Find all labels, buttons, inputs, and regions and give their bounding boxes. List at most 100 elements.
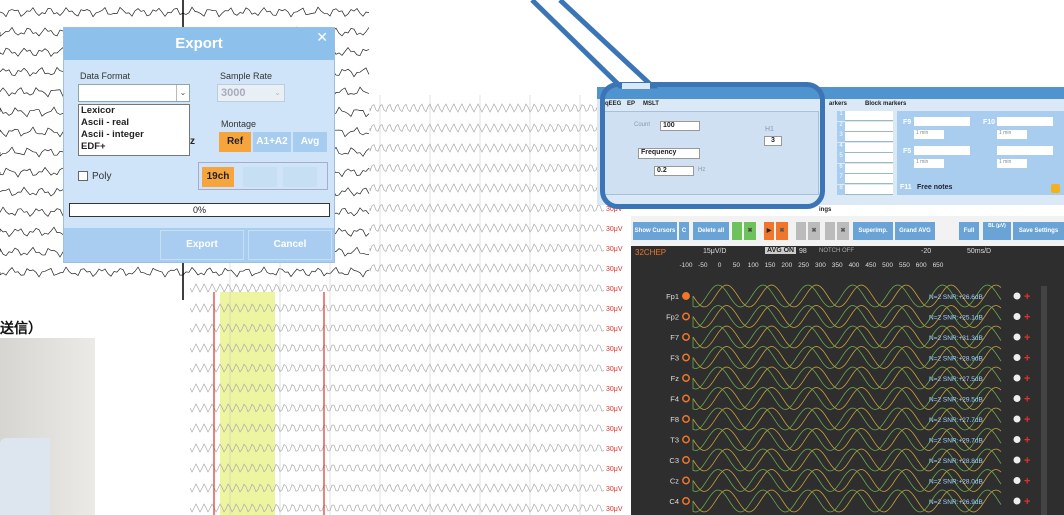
poly-checkbox[interactable] <box>78 171 88 181</box>
close-icon[interactable]: ✖ <box>776 222 788 240</box>
channel-adjust-icon[interactable] <box>1013 333 1021 341</box>
green-marker-button[interactable] <box>732 222 742 240</box>
format-option[interactable]: Ascii - integer <box>79 129 189 141</box>
save-settings-button[interactable]: Save Settings <box>1013 222 1064 240</box>
add-icon[interactable]: + <box>1024 435 1030 447</box>
marker-row[interactable]: 2 <box>837 121 893 132</box>
montage-ref-button[interactable]: Ref <box>219 132 251 152</box>
channels-19-button[interactable]: 19ch <box>202 167 234 187</box>
format-option[interactable]: Lexicor <box>79 105 189 117</box>
ep-toolbar: ings Show Cursors C Delete all ✖ ▶ ✖ ✖ ✖… <box>631 207 1064 246</box>
close-icon[interactable]: ✕ <box>316 30 328 44</box>
show-cursors-button[interactable]: Show Cursors <box>633 222 677 240</box>
channel-marker[interactable] <box>682 415 690 423</box>
montage-avg-button[interactable]: Avg <box>293 132 327 152</box>
snr-label: N=2 SNR:+26.6dB <box>929 294 983 301</box>
snr-label: N=2 SNR:+26.9dB <box>929 499 983 506</box>
channel-adjust-icon[interactable] <box>1013 374 1021 382</box>
marker-row-number: 2 <box>837 121 845 132</box>
amplitude-label: 30μV <box>606 386 623 393</box>
eeg-trace <box>369 243 605 253</box>
montage-a1a2-button[interactable]: A1+A2 <box>253 132 291 152</box>
lock-icon[interactable] <box>1051 184 1060 193</box>
format-option[interactable]: Ascii - real <box>79 117 189 129</box>
tab-markers[interactable]: arkers <box>829 101 847 107</box>
x-tick-label: 0 <box>718 262 722 269</box>
channel-marker[interactable] <box>682 497 690 505</box>
eeg-trace <box>0 6 370 18</box>
channel-adjust-icon[interactable] <box>1013 415 1021 423</box>
channel-adjust-icon[interactable] <box>1013 456 1021 464</box>
channel-adjust-icon[interactable] <box>1013 497 1021 505</box>
marker-row[interactable]: 6 <box>837 163 893 174</box>
marker-row[interactable]: 8 <box>837 184 893 195</box>
marker-row-number: 7 <box>837 174 845 184</box>
add-icon[interactable]: + <box>1024 332 1030 344</box>
channel-marker[interactable] <box>682 333 690 341</box>
channel-adjust-icon[interactable] <box>1013 477 1021 484</box>
add-icon[interactable]: + <box>1024 455 1030 467</box>
f9-duration[interactable]: 1 min <box>914 130 944 139</box>
gray-marker-button[interactable] <box>796 222 806 240</box>
snr-label: N=2 SNR:+28.8dB <box>929 458 983 465</box>
marker-rows: 12345678 <box>837 111 893 195</box>
export-button[interactable]: Export <box>160 230 244 260</box>
add-icon[interactable]: + <box>1024 373 1030 385</box>
channel-marker[interactable] <box>682 456 690 464</box>
channel-label: C3 <box>669 456 679 465</box>
channel-marker[interactable] <box>682 435 690 444</box>
data-format-select[interactable]: ⌄ <box>78 84 190 102</box>
channel-marker[interactable] <box>682 353 690 362</box>
f-input[interactable] <box>997 146 1053 155</box>
channel-adjust-icon[interactable] <box>1013 292 1021 300</box>
marker-row[interactable]: 5 <box>837 153 893 163</box>
format-option[interactable]: EDF+ <box>79 141 189 153</box>
x-tick-label: 350 <box>832 262 843 269</box>
channel-adjust-icon[interactable] <box>1013 313 1021 320</box>
delete-all-button[interactable]: Delete all <box>693 222 729 240</box>
marker-row[interactable]: 7 <box>837 174 893 184</box>
close-icon[interactable]: ✖ <box>744 222 756 240</box>
add-icon[interactable]: + <box>1024 496 1030 508</box>
add-icon[interactable]: + <box>1024 312 1030 324</box>
f5-duration[interactable]: 1 min <box>914 159 944 168</box>
close-icon[interactable]: ✖ <box>837 222 849 240</box>
marker-row[interactable]: 3 <box>837 132 893 142</box>
marker-row[interactable]: 4 <box>837 142 893 153</box>
f5-input[interactable] <box>914 146 970 155</box>
grand-avg-button[interactable]: Grand AVG <box>895 222 935 240</box>
amplitude-label: 30μV <box>606 306 623 313</box>
channel-marker[interactable] <box>682 374 690 382</box>
add-icon[interactable]: + <box>1024 291 1030 303</box>
channel-adjust-icon[interactable] <box>1013 354 1021 361</box>
eeg-trace <box>369 123 605 133</box>
gray-marker-button[interactable] <box>825 222 835 240</box>
channel-adjust-icon[interactable] <box>1013 436 1021 443</box>
cancel-button[interactable]: Cancel <box>248 230 332 260</box>
marker-row[interactable]: 1 <box>837 111 893 121</box>
close-icon[interactable]: ✖ <box>808 222 820 240</box>
channel-marker[interactable] <box>682 292 690 300</box>
c-button[interactable]: C <box>679 222 689 240</box>
sample-rate-select[interactable]: 3000 ⌄ <box>217 84 285 102</box>
tab-block-markers[interactable]: Block markers <box>865 101 906 107</box>
channel-marker[interactable] <box>682 394 690 403</box>
channel-marker[interactable] <box>682 312 690 321</box>
play-icon[interactable]: ▶ <box>764 222 774 240</box>
add-icon[interactable]: + <box>1024 476 1030 488</box>
channel-marker[interactable] <box>682 476 690 485</box>
add-icon[interactable]: + <box>1024 353 1030 365</box>
scrollbar[interactable] <box>1041 286 1047 515</box>
bl-select[interactable]: BL (μV) <box>983 222 1011 240</box>
add-icon[interactable]: + <box>1024 394 1030 406</box>
f-duration[interactable]: 1 min <box>997 159 1027 168</box>
full-button[interactable]: Full <box>959 222 979 240</box>
add-icon[interactable]: + <box>1024 414 1030 426</box>
amplitude-label: 30μV <box>606 366 623 373</box>
superimp-button[interactable]: Superimp. <box>853 222 893 240</box>
channel-adjust-icon[interactable] <box>1013 395 1021 402</box>
f10-duration[interactable]: 1 min <box>997 130 1027 139</box>
f9-input[interactable] <box>914 117 970 126</box>
x-tick-label: 300 <box>815 262 826 269</box>
f10-input[interactable] <box>997 117 1053 126</box>
